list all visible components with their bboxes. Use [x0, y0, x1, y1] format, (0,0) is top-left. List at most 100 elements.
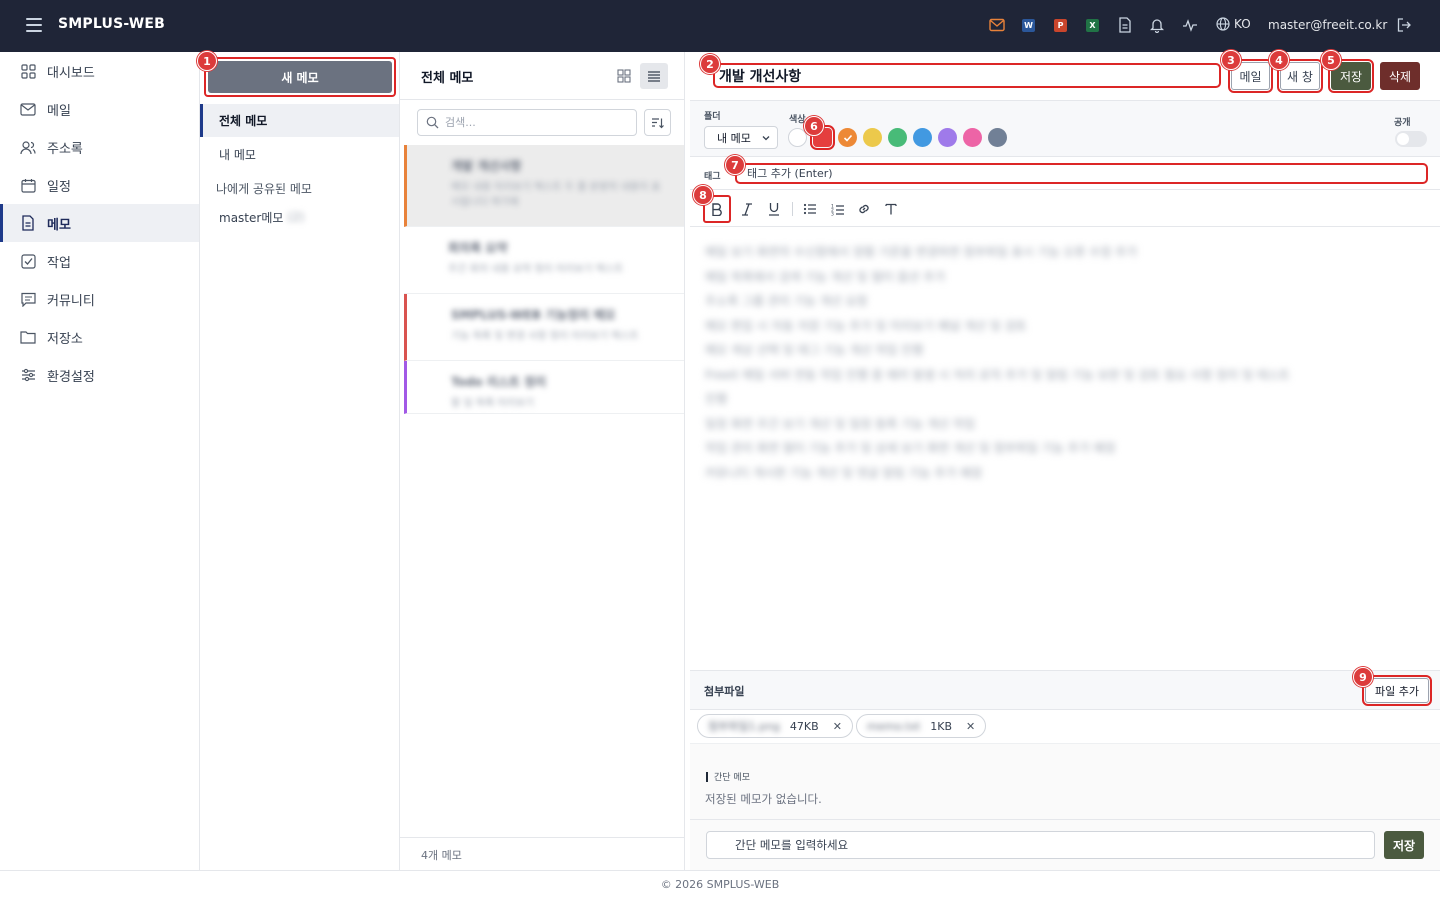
public-label: 공개: [1394, 118, 1411, 128]
folder-label: master메모: [219, 210, 284, 225]
quick-memo-input[interactable]: [706, 831, 1375, 859]
sidebar-item-label: 일정: [47, 179, 71, 195]
word-icon[interactable]: W: [1022, 19, 1035, 32]
link-icon[interactable]: [852, 197, 876, 221]
user-email[interactable]: master@freeit.co.kr: [1268, 18, 1387, 32]
memo-card[interactable]: SMPLUS-WEB 기능정리 메모 기능 목록 및 변경 사항 정리 미리보기…: [404, 294, 684, 361]
search-icon: [426, 116, 439, 129]
annotation-badge: 1: [197, 51, 217, 71]
sidebar-item-label: 메일: [47, 103, 71, 119]
mail-icon[interactable]: [989, 17, 1005, 33]
folder-my-memos[interactable]: 내 메모: [200, 139, 399, 169]
clear-format-icon[interactable]: [879, 197, 903, 221]
folder-shared-memos[interactable]: 나에게 공유된 메모: [200, 173, 399, 203]
underline-icon[interactable]: [762, 197, 786, 221]
sidebar-item-label: 작업: [47, 255, 71, 271]
memo-card[interactable]: 개발 개선사항 메모 내용 미리보기 텍스트 두 줄 분량의 내용이 표시됩니다…: [404, 145, 684, 227]
sort-icon[interactable]: [644, 109, 671, 136]
memo-card-preview: 기능 목록 및 변경 사항 정리 미리보기 텍스트: [451, 331, 639, 342]
sidebar-item-task[interactable]: 작업: [0, 242, 199, 280]
sidebar-item-mail[interactable]: 메일: [0, 90, 199, 128]
memo-card[interactable]: Todo 리스트 정리 할 일 목록 미리보기: [404, 361, 684, 414]
memo-search-input[interactable]: [445, 116, 625, 129]
color-swatch-green[interactable]: [888, 128, 907, 147]
bell-icon[interactable]: [1149, 17, 1165, 33]
add-file-button[interactable]: 파일 추가: [1362, 675, 1432, 706]
content-line: 메일 목록에서 검색 기능 개선 및 필터 옵션 추가: [705, 269, 946, 284]
color-swatch-gray[interactable]: [988, 128, 1007, 147]
remove-attachment-icon[interactable]: ✕: [833, 720, 842, 733]
tag-input[interactable]: [735, 163, 1428, 184]
divider: [400, 99, 685, 100]
memo-list-title: 전체 메모: [421, 71, 474, 86]
memo-options-row: 폴더 내 메모 색상 공개: [690, 100, 1440, 157]
color-swatch-white[interactable]: [788, 128, 807, 147]
memo-card-title: 개발 개선사항: [451, 159, 522, 173]
quick-memo-title: 간단 메모: [706, 770, 750, 783]
grid-view-icon[interactable]: [610, 63, 638, 89]
sidebar-item-dashboard[interactable]: 대시보드: [0, 52, 199, 90]
memo-card-preview: 메모 내용 미리보기 텍스트 두 줄 분량의 내용이 표시됩니다 여기에: [451, 182, 661, 208]
menu-icon[interactable]: [26, 18, 42, 32]
logout-icon[interactable]: [1396, 17, 1412, 33]
sidebar-item-storage[interactable]: 저장소: [0, 318, 199, 356]
sidebar-item-memo[interactable]: 메모: [0, 204, 199, 242]
content-line: Freeit 메일 서버 연동 작업 진행 중 에러 발생 시 처리 로직 추가…: [705, 367, 1290, 382]
task-icon: [20, 253, 36, 269]
folder-all-memos[interactable]: 전체 메모: [200, 104, 399, 137]
top-bar: SMPLUS-WEB W P X KO master@freeit.co.kr: [0, 0, 1440, 52]
content-line: 일정 화면 주간 보기 개선 및 일정 등록 기능 개선 작업: [705, 416, 975, 431]
memo-count: 4개 메모: [400, 837, 685, 870]
italic-icon[interactable]: [735, 197, 759, 221]
color-swatch-purple[interactable]: [938, 128, 957, 147]
attachment-chip[interactable]: memo.txt 1KB ✕: [855, 714, 987, 738]
attachment-name: memo.txt: [866, 719, 921, 733]
sidebar-item-community[interactable]: 커뮤니티: [0, 280, 199, 318]
content-line: 작업 관리 화면 필터 기능 추가 및 상세 보기 화면 개선 및 첨부파일 기…: [705, 441, 1116, 455]
color-swatch-orange[interactable]: [838, 128, 857, 147]
annotation-badge: 3: [1221, 50, 1241, 70]
attachment-size: 47KB: [789, 719, 819, 733]
attachment-chip[interactable]: 첨부파일1.png 47KB ✕: [697, 714, 853, 738]
document-icon[interactable]: [1117, 17, 1133, 33]
page-footer: © 2026 SMPLUS-WEB: [0, 870, 1440, 900]
memo-card[interactable]: 회의록 요약 주간 회의 내용 요약 정리 미리보기 텍스트: [404, 227, 684, 294]
content-line: 진행: [705, 392, 728, 406]
powerpoint-icon[interactable]: P: [1054, 19, 1067, 32]
memo-content[interactable]: 메일 보기 화면의 수신함에서 정렬 기준을 변경하면 첨부파일 표시 기능 오…: [705, 240, 1415, 485]
memo-card-preview: 할 일 목록 미리보기: [451, 398, 535, 409]
folder-select-value: 내 메모: [717, 131, 751, 145]
sidebar-item-contacts[interactable]: 주소록: [0, 128, 199, 166]
memo-search-box[interactable]: [417, 109, 637, 136]
content-line: 메일 보기 화면의 수신함에서 정렬 기준을 변경하면 첨부파일 표시 기능 오…: [705, 245, 1138, 259]
language-selector[interactable]: KO: [1216, 17, 1251, 31]
sidebar: 대시보드 메일 주소록 일정 메모 작업 커뮤니티 저장소 환경설정: [0, 52, 200, 870]
quick-memo-save-button[interactable]: 저장: [1384, 831, 1424, 859]
folder-label: 폴더: [704, 112, 721, 122]
sidebar-item-calendar[interactable]: 일정: [0, 166, 199, 204]
sidebar-item-settings[interactable]: 환경설정: [0, 356, 199, 394]
delete-button[interactable]: 삭제: [1380, 62, 1420, 90]
numbered-list-icon[interactable]: 123: [826, 197, 850, 221]
color-swatch-pink[interactable]: [963, 128, 982, 147]
attachments-header: 첨부파일 파일 추가: [690, 670, 1440, 710]
folder-master-memo[interactable]: master메모 (2): [200, 202, 399, 232]
color-swatch-yellow[interactable]: [863, 128, 882, 147]
public-toggle[interactable]: [1395, 131, 1427, 147]
folder-select[interactable]: 내 메모: [704, 126, 778, 149]
new-memo-button[interactable]: 새 메모: [208, 61, 392, 93]
settings-icon: [20, 367, 36, 383]
excel-icon[interactable]: X: [1086, 19, 1099, 32]
activity-icon[interactable]: [1182, 17, 1198, 33]
remove-attachment-icon[interactable]: ✕: [966, 720, 975, 733]
tag-label: 태그: [704, 172, 721, 182]
memo-editor: 개발 개선사항 메일 새 창 저장 삭제 폴더 내 메모 색상 공개 태그 태그…: [685, 52, 1440, 870]
memo-card-title: Todo 리스트 정리: [451, 375, 547, 389]
color-label: 색상: [789, 115, 806, 125]
bullet-list-icon[interactable]: [798, 197, 822, 221]
memo-title-input[interactable]: 개발 개선사항: [713, 63, 1221, 88]
community-icon: [20, 291, 36, 307]
attachment-name: 첨부파일1.png: [708, 720, 780, 733]
list-view-icon[interactable]: [640, 63, 668, 89]
color-swatch-blue[interactable]: [913, 128, 932, 147]
